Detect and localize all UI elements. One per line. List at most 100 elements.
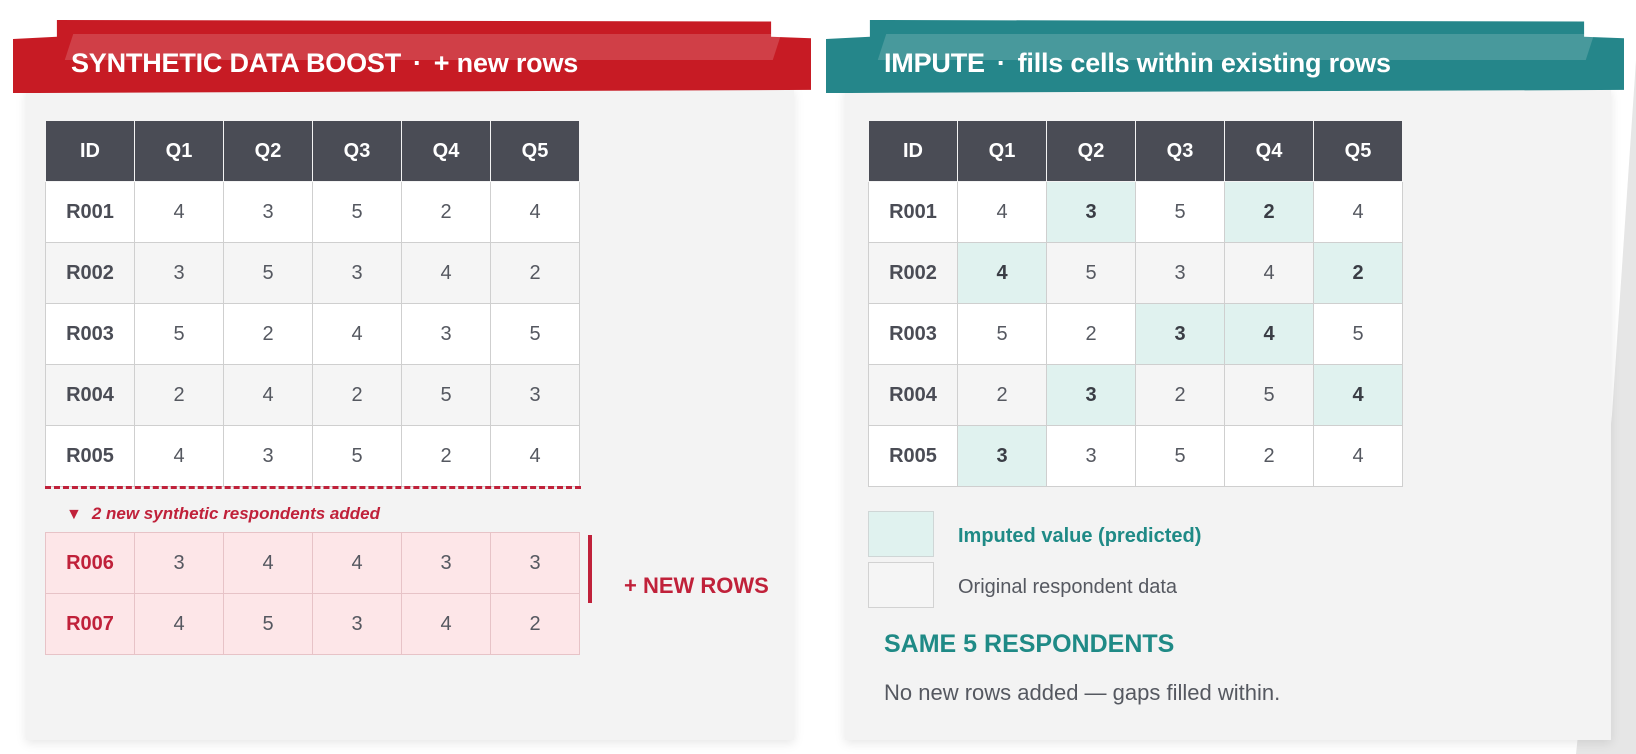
table-cell: 5 — [223, 593, 313, 655]
table-cell: 3 — [1046, 425, 1136, 487]
imputed-cell: 4 — [957, 242, 1047, 304]
imputed-cell: 2 — [1313, 242, 1403, 304]
banner-separator: · — [996, 48, 1006, 78]
triangle-down-icon: ▼ — [66, 506, 82, 523]
table-cell: 3 — [223, 181, 313, 243]
table-cell: 4 — [312, 532, 402, 594]
impute-banner: IMPUTE · fills cells within existing rows — [826, 20, 1624, 96]
banner-title: IMPUTE — [884, 48, 985, 78]
table-cell: 2 — [134, 364, 224, 426]
column-header-q1: Q1 — [957, 120, 1047, 182]
table-cell: 2 — [312, 364, 402, 426]
table-cell: 5 — [1135, 181, 1225, 243]
respondent-id: R005 — [45, 425, 135, 487]
imputed-swatch — [868, 511, 934, 557]
column-header-q5: Q5 — [1313, 120, 1403, 182]
table-header-row: ID Q1 Q2 Q3 Q4 Q5 — [45, 120, 580, 182]
table-row: R002 4 5 3 4 2 — [868, 242, 1403, 304]
respondent-id: R003 — [868, 303, 958, 365]
column-header-q1: Q1 — [134, 120, 224, 182]
table-cell: 5 — [1313, 303, 1403, 365]
table-row: R002 3 5 3 4 2 — [45, 242, 580, 304]
new-rows-label: + NEW ROWS — [624, 573, 769, 598]
column-header-id: ID — [45, 120, 135, 182]
table-cell: 5 — [1224, 364, 1314, 426]
column-header-q3: Q3 — [312, 120, 402, 182]
imputed-cell: 3 — [1046, 181, 1136, 243]
table-cell: 3 — [490, 532, 580, 594]
table-cell: 3 — [312, 593, 402, 655]
table-cell: 4 — [490, 181, 580, 243]
table-cell: 4 — [134, 181, 224, 243]
respondent-id: R002 — [868, 242, 958, 304]
new-rows-bracket — [588, 535, 592, 603]
table-cell: 5 — [134, 303, 224, 365]
respondent-id: R001 — [45, 181, 135, 243]
table-cell: 4 — [1313, 425, 1403, 487]
banner-heading: SYNTHETIC DATA BOOST · + new rows — [71, 48, 578, 79]
table-row: R003 5 2 4 3 5 — [45, 303, 580, 365]
respondent-id: R005 — [868, 425, 958, 487]
table-cell: 3 — [1135, 242, 1225, 304]
table-cell: 4 — [957, 181, 1047, 243]
added-note: ▼ 2 new synthetic respondents added — [66, 504, 380, 524]
respondent-id: R003 — [45, 303, 135, 365]
column-header-q4: Q4 — [401, 120, 491, 182]
respondent-id: R006 — [45, 532, 135, 594]
table-cell: 3 — [223, 425, 313, 487]
imputed-respondents-table: ID Q1 Q2 Q3 Q4 Q5 R001 4 3 5 2 4 R002 4 5 3 4 2 R003 5 2 3 4 5… — [868, 120, 1403, 487]
respondent-id: R004 — [868, 364, 958, 426]
table-cell: 3 — [401, 532, 491, 594]
table-cell: 5 — [957, 303, 1047, 365]
legend-imputed-label: Imputed value (predicted) — [958, 525, 1202, 547]
table-row: R007 4 5 3 4 2 — [45, 593, 580, 655]
table-row: R006 3 4 4 3 3 — [45, 532, 580, 594]
table-cell: 3 — [134, 242, 224, 304]
table-row: R004 2 3 2 5 4 — [868, 364, 1403, 426]
new-rows-divider — [45, 486, 581, 489]
table-cell: 4 — [1313, 181, 1403, 243]
table-row: R001 4 3 5 2 4 — [868, 181, 1403, 243]
table-cell: 3 — [401, 303, 491, 365]
table-row: R001 4 3 5 2 4 — [45, 181, 580, 243]
column-header-q3: Q3 — [1135, 120, 1225, 182]
banner-heading: IMPUTE · fills cells within existing rows — [884, 48, 1391, 79]
table-cell: 3 — [312, 242, 402, 304]
table-cell: 3 — [490, 364, 580, 426]
respondent-id: R001 — [868, 181, 958, 243]
synthetic-boost-banner: SYNTHETIC DATA BOOST · + new rows — [13, 20, 811, 96]
imputed-cell: 3 — [1135, 303, 1225, 365]
table-cell: 4 — [312, 303, 402, 365]
table-cell: 4 — [490, 425, 580, 487]
table-cell: 2 — [223, 303, 313, 365]
banner-separator: · — [413, 48, 422, 78]
table-row: R003 5 2 3 4 5 — [868, 303, 1403, 365]
respondent-id: R004 — [45, 364, 135, 426]
respondent-id: R007 — [45, 593, 135, 655]
table-cell: 2 — [401, 181, 491, 243]
table-cell: 2 — [1224, 425, 1314, 487]
table-row: R005 4 3 5 2 4 — [45, 425, 580, 487]
table-cell: 3 — [134, 532, 224, 594]
table-cell: 5 — [401, 364, 491, 426]
table-cell: 2 — [1046, 303, 1136, 365]
table-cell: 5 — [312, 425, 402, 487]
banner-title: SYNTHETIC DATA BOOST — [71, 48, 401, 78]
banner-subtitle: fills cells within existing rows — [1017, 48, 1391, 78]
table-cell: 2 — [957, 364, 1047, 426]
imputed-cell: 3 — [1046, 364, 1136, 426]
original-swatch — [868, 562, 934, 608]
table-cell: 4 — [1224, 242, 1314, 304]
imputed-cell: 4 — [1313, 364, 1403, 426]
original-respondents-table: ID Q1 Q2 Q3 Q4 Q5 R001 4 3 5 2 4 R002 3 5 3 4 2 R003 5 2 4 3 5… — [45, 120, 580, 487]
summary-text: No new rows added — gaps filled within. — [884, 680, 1281, 705]
respondent-id: R002 — [45, 242, 135, 304]
table-row: R005 3 3 5 2 4 — [868, 425, 1403, 487]
imputed-cell: 3 — [957, 425, 1047, 487]
table-cell: 4 — [223, 364, 313, 426]
table-cell: 5 — [490, 303, 580, 365]
table-cell: 2 — [490, 242, 580, 304]
table-cell: 4 — [401, 593, 491, 655]
column-header-q2: Q2 — [223, 120, 313, 182]
column-header-q4: Q4 — [1224, 120, 1314, 182]
